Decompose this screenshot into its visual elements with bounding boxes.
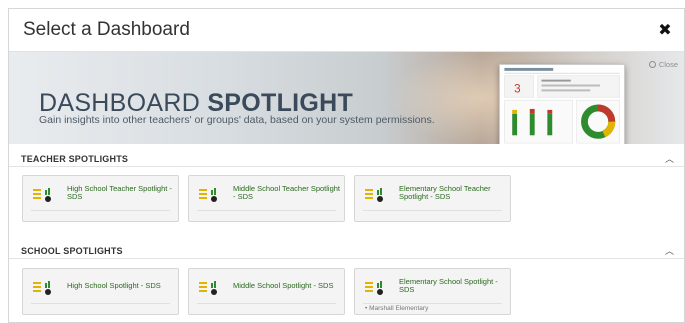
card-label: Middle School Teacher Spotlight - SDS bbox=[233, 184, 341, 201]
dashboard-icon bbox=[33, 188, 51, 202]
spotlight-banner: DASHBOARD SPOTLIGHT Gain insights into o… bbox=[9, 52, 684, 144]
dashboard-card[interactable]: Elementary School Teacher Spotlight - SD… bbox=[354, 175, 511, 222]
close-icon[interactable]: ✖ bbox=[656, 20, 674, 40]
card-label: Elementary School Teacher Spotlight - SD… bbox=[399, 184, 491, 201]
card-label: Middle School Spotlight - SDS bbox=[233, 281, 334, 290]
teacher-spotlights-header[interactable]: TEACHER SPOTLIGHTS ︿ bbox=[9, 151, 684, 167]
dashboard-card[interactable]: High School Teacher Spotlight - SDS bbox=[22, 175, 179, 222]
dashboard-icon bbox=[199, 281, 217, 295]
dashboard-icon bbox=[33, 281, 51, 295]
dashboard-preview-image: 3 bbox=[499, 64, 625, 144]
banner-close-button[interactable]: Close bbox=[648, 60, 678, 69]
svg-text:3: 3 bbox=[514, 82, 521, 95]
banner-subtitle: Gain insights into other teachers' or gr… bbox=[39, 114, 435, 126]
dashboard-card[interactable]: Middle School Spotlight - SDS bbox=[188, 268, 345, 315]
card-school-name: • Marshall Elementary bbox=[365, 305, 429, 312]
chevron-up-icon[interactable]: ︿ bbox=[665, 152, 674, 165]
section-title: SCHOOL SPOTLIGHTS bbox=[21, 245, 123, 256]
close-circle-icon bbox=[648, 61, 656, 68]
dashboard-icon bbox=[365, 281, 383, 295]
card-label: Elementary School Spotlight - SDS bbox=[399, 277, 498, 294]
dashboard-card[interactable]: Middle School Teacher Spotlight - SDS bbox=[188, 175, 345, 222]
dashboard-icon bbox=[365, 188, 383, 202]
dashboard-card[interactable]: High School Spotlight - SDS bbox=[22, 268, 179, 315]
dashboard-icon bbox=[199, 188, 217, 202]
card-label: High School Spotlight - SDS bbox=[67, 281, 161, 290]
school-spotlights-header[interactable]: SCHOOL SPOTLIGHTS ︿ bbox=[9, 243, 684, 259]
modal-header: Select a Dashboard ✖ bbox=[9, 9, 684, 52]
dashboard-select-modal: Select a Dashboard ✖ DASHBOARD SPOTLIGHT… bbox=[8, 8, 685, 323]
dashboard-card[interactable]: Elementary School Spotlight - SDS • Mars… bbox=[354, 268, 511, 315]
card-label: High School Teacher Spotlight - SDS bbox=[67, 184, 172, 201]
chevron-up-icon[interactable]: ︿ bbox=[665, 244, 674, 257]
modal-title: Select a Dashboard bbox=[23, 19, 190, 40]
section-title: TEACHER SPOTLIGHTS bbox=[21, 153, 129, 164]
